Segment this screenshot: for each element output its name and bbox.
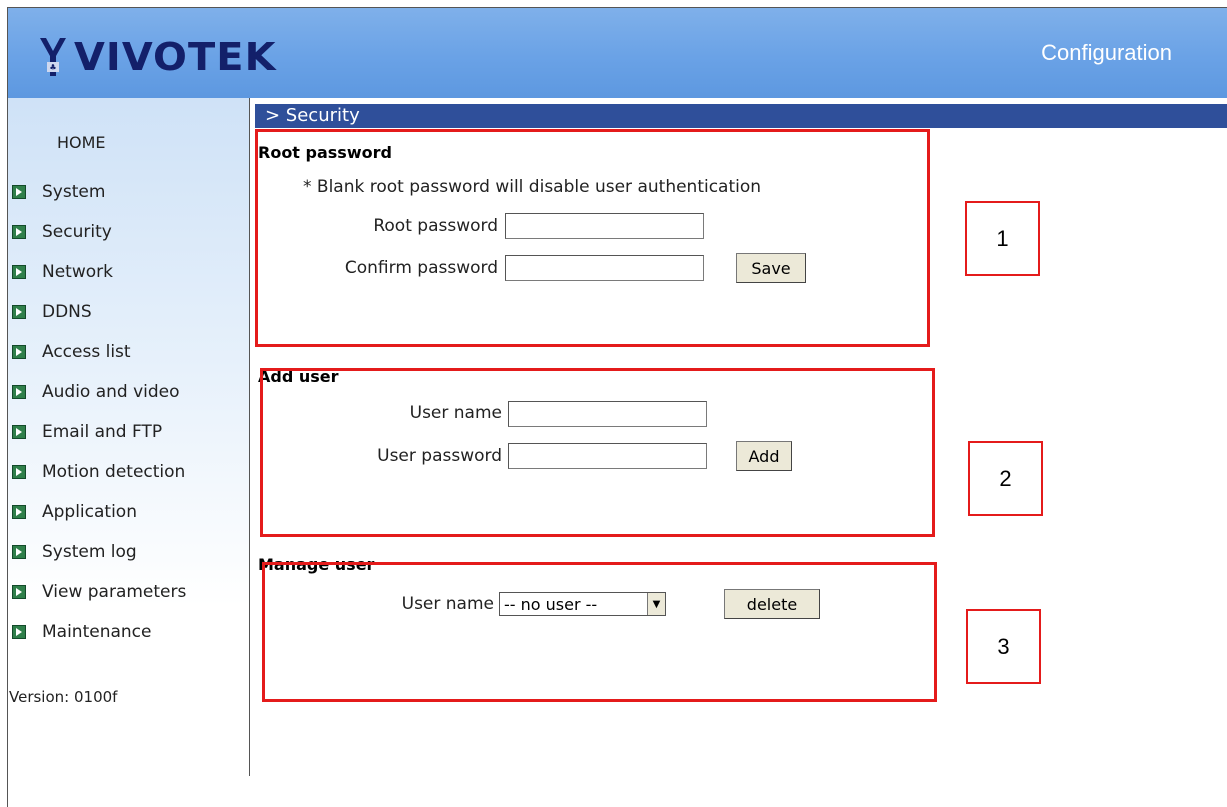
sidebar-item-network[interactable]: Network xyxy=(12,252,186,292)
sidebar-item-email-ftp[interactable]: Email and FTP xyxy=(12,412,186,452)
arrow-right-icon xyxy=(12,385,26,399)
logo-text: VIVOTEK xyxy=(74,35,277,79)
sidebar-item-system[interactable]: System xyxy=(12,172,186,212)
arrow-right-icon xyxy=(12,585,26,599)
arrow-right-icon xyxy=(12,225,26,239)
sidebar-item-audio-video[interactable]: Audio and video xyxy=(12,372,186,412)
sidebar-item-maintenance[interactable]: Maintenance xyxy=(12,612,186,652)
arrow-right-icon xyxy=(12,425,26,439)
sidebar-item-security[interactable]: Security xyxy=(12,212,186,252)
sidebar-item-ddns[interactable]: DDNS xyxy=(12,292,186,332)
sidebar-item-label: Access list xyxy=(42,342,131,362)
sidebar-item-label: Security xyxy=(42,222,112,242)
arrow-right-icon xyxy=(12,305,26,319)
sidebar-item-access-list[interactable]: Access list xyxy=(12,332,186,372)
arrow-right-icon xyxy=(12,465,26,479)
sidebar-item-label: View parameters xyxy=(42,582,187,602)
sidebar-item-application[interactable]: Application xyxy=(12,492,186,532)
sidebar-item-label: System xyxy=(42,182,106,202)
page-title: Configuration xyxy=(1041,40,1172,65)
section-title: > Security xyxy=(265,105,360,126)
highlight-box-add-user xyxy=(260,368,935,537)
highlight-box-manage-user xyxy=(262,562,937,702)
arrow-right-icon xyxy=(12,505,26,519)
arrow-right-icon xyxy=(12,345,26,359)
version-text: Version: 0100f xyxy=(9,688,118,706)
arrow-right-icon xyxy=(12,185,26,199)
sidebar-item-home[interactable]: HOME xyxy=(57,133,106,152)
section-header: > Security xyxy=(255,104,1227,128)
header: ♣ VIVOTEK Configuration xyxy=(8,8,1227,98)
arrow-right-icon xyxy=(12,625,26,639)
annotation-number-2: 2 xyxy=(968,441,1043,516)
svg-text:♣: ♣ xyxy=(49,63,56,72)
sidebar-item-label: Network xyxy=(42,262,113,282)
sidebar-item-label: Motion detection xyxy=(42,462,186,482)
logo-mark-icon: ♣ xyxy=(40,38,66,76)
sidebar-item-system-log[interactable]: System log xyxy=(12,532,186,572)
sidebar-item-view-parameters[interactable]: View parameters xyxy=(12,572,186,612)
arrow-right-icon xyxy=(12,265,26,279)
annotation-number-3: 3 xyxy=(966,609,1041,684)
sidebar-divider xyxy=(249,98,250,776)
sidebar-item-label: Audio and video xyxy=(42,382,180,402)
sidebar-nav: System Security Network DDNS Access list… xyxy=(12,172,186,652)
sidebar-item-label: Email and FTP xyxy=(42,422,163,442)
sidebar-item-motion-detection[interactable]: Motion detection xyxy=(12,452,186,492)
sidebar-item-label: DDNS xyxy=(42,302,92,322)
sidebar-item-label: Maintenance xyxy=(42,622,152,642)
vivotek-logo: ♣ VIVOTEK xyxy=(38,32,276,82)
highlight-box-root-password xyxy=(255,129,930,347)
arrow-right-icon xyxy=(12,545,26,559)
sidebar-item-label: System log xyxy=(42,542,137,562)
annotation-number-1: 1 xyxy=(965,201,1040,276)
sidebar-item-label: Application xyxy=(42,502,137,522)
